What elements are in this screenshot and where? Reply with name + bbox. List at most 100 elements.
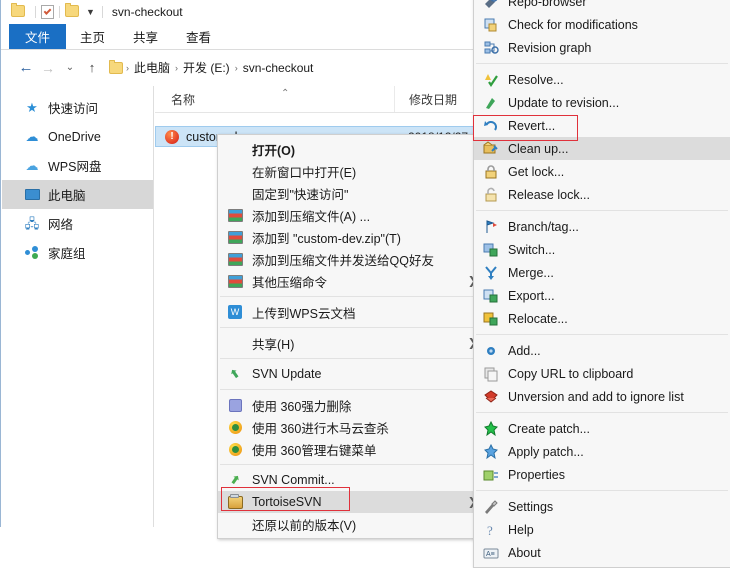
submenu-label-update-to-revision: Update to revision... bbox=[508, 95, 620, 110]
recent-locations-icon[interactable]: ⌄ bbox=[59, 57, 81, 79]
menu-item-upload-wps[interactable]: W 上传到WPS云文档 bbox=[218, 301, 486, 323]
menu-item-tortoisesvn[interactable]: TortoiseSVN ❯ bbox=[218, 491, 486, 513]
branch-tag-icon bbox=[482, 218, 500, 236]
menu-separator bbox=[220, 389, 484, 390]
menu-item-360-manage-menu[interactable]: 使用 360管理右键菜单 bbox=[218, 438, 486, 460]
toolbar-divider-3 bbox=[101, 6, 103, 18]
submenu-item-revert[interactable]: Revert... bbox=[474, 114, 730, 137]
submenu-item-unversion-ignore[interactable]: Unversion and add to ignore list bbox=[474, 385, 730, 408]
submenu-item-check-modifications[interactable]: Check for modifications bbox=[474, 13, 730, 36]
submenu-item-about[interactable]: A≡ About bbox=[474, 541, 730, 564]
switch-icon bbox=[482, 241, 500, 259]
menu-label-share: 共享(H) bbox=[252, 337, 295, 352]
submenu-item-settings[interactable]: Settings bbox=[474, 495, 730, 518]
sidebar-item-quick-access[interactable]: ★ 快速访问 bbox=[2, 93, 153, 122]
submenu-label-apply-patch: Apply patch... bbox=[508, 444, 584, 459]
menu-label-open-new-window: 在新窗口中打开(E) bbox=[252, 165, 357, 180]
sidebar-item-onedrive[interactable]: ☁ OneDrive bbox=[2, 122, 153, 151]
submenu-item-release-lock[interactable]: Release lock... bbox=[474, 183, 730, 206]
menu-label-restore-previous-versions: 还原以前的版本(V) bbox=[252, 518, 357, 533]
sidebar-label-quick-access: 快速访问 bbox=[48, 102, 99, 116]
winrar-icon bbox=[226, 272, 244, 290]
submenu-label-relocate: Relocate... bbox=[508, 311, 568, 326]
menu-item-open[interactable]: 打开(O) bbox=[218, 138, 486, 160]
menu-item-360-scan[interactable]: 使用 360进行木马云查杀 bbox=[218, 416, 486, 438]
submenu-item-apply-patch[interactable]: Apply patch... bbox=[474, 440, 730, 463]
menu-item-other-archive-commands[interactable]: 其他压缩命令 ❯ bbox=[218, 270, 486, 292]
sidebar-label-onedrive: OneDrive bbox=[48, 129, 101, 144]
sidebar-item-this-pc[interactable]: 此电脑 bbox=[2, 180, 153, 209]
submenu-label-check-modifications: Check for modifications bbox=[508, 17, 638, 32]
breadcrumb-this-pc[interactable]: 此电脑 bbox=[130, 59, 174, 76]
wps-cloud-icon: W bbox=[226, 303, 244, 321]
360-menu-icon bbox=[226, 440, 244, 458]
properties-icon bbox=[482, 466, 500, 484]
repo-browser-icon bbox=[482, 0, 500, 11]
breadcrumb-svn-checkout[interactable]: svn-checkout bbox=[239, 61, 318, 75]
sidebar-label-network: 网络 bbox=[48, 218, 74, 232]
submenu-item-repo-browser[interactable]: Repo-browser bbox=[474, 0, 730, 13]
submenu-item-help[interactable]: ? Help bbox=[474, 518, 730, 541]
chevron-down-icon[interactable]: ▼ bbox=[86, 7, 95, 17]
submenu-item-create-patch[interactable]: Create patch... bbox=[474, 417, 730, 440]
menu-item-pin-quick-access[interactable]: 固定到"快速访问" bbox=[218, 182, 486, 204]
menu-item-restore-previous-versions[interactable]: 还原以前的版本(V) bbox=[218, 513, 486, 535]
tab-share[interactable]: 共享 bbox=[119, 24, 172, 49]
tab-file[interactable]: 文件 bbox=[9, 24, 67, 49]
submenu-label-release-lock: Release lock... bbox=[508, 187, 590, 202]
sidebar-item-network[interactable]: 🖧 网络 bbox=[2, 209, 153, 238]
navigation-pane: ★ 快速访问 ☁ OneDrive ☁ WPS网盘 此电脑 🖧 网络 家庭组 bbox=[2, 86, 154, 527]
back-arrow-icon[interactable]: ← bbox=[15, 57, 37, 79]
submenu-item-get-lock[interactable]: Get lock... bbox=[474, 160, 730, 183]
submenu-item-revision-graph[interactable]: Revision graph bbox=[474, 36, 730, 59]
column-header-name[interactable]: 名称 ⌃ bbox=[155, 86, 395, 112]
release-lock-icon bbox=[482, 186, 500, 204]
submenu-item-resolve[interactable]: Resolve... bbox=[474, 68, 730, 91]
submenu-label-add: Add... bbox=[508, 343, 541, 358]
submenu-item-add[interactable]: Add... bbox=[474, 339, 730, 362]
svg-text:A≡: A≡ bbox=[486, 551, 495, 558]
menu-item-archive-send-qq[interactable]: 添加到压缩文件并发送给QQ好友 bbox=[218, 248, 486, 270]
context-menu: 打开(O) 在新窗口中打开(E) 固定到"快速访问" 添加到压缩文件(A) ..… bbox=[217, 134, 487, 539]
up-arrow-icon[interactable]: ↑ bbox=[81, 57, 103, 79]
submenu-item-update-to-revision[interactable]: Update to revision... bbox=[474, 91, 730, 114]
winrar-icon bbox=[226, 250, 244, 268]
no-icon-placeholder bbox=[226, 184, 244, 202]
sidebar-item-homegroup[interactable]: 家庭组 bbox=[2, 238, 153, 267]
menu-item-360-shred[interactable]: 使用 360强力删除 bbox=[218, 394, 486, 416]
svg-text:?: ? bbox=[487, 523, 493, 538]
360-shred-icon bbox=[226, 396, 244, 414]
submenu-item-relocate[interactable]: Relocate... bbox=[474, 307, 730, 330]
menu-item-add-to-archive[interactable]: 添加到压缩文件(A) ... bbox=[218, 204, 486, 226]
properties-icon[interactable] bbox=[41, 5, 54, 19]
forward-arrow-icon[interactable]: → bbox=[37, 57, 59, 79]
menu-item-svn-commit[interactable]: ⬆ SVN Commit... bbox=[218, 469, 486, 491]
new-folder-icon[interactable] bbox=[65, 3, 79, 19]
revision-graph-icon bbox=[482, 39, 500, 57]
menu-separator bbox=[220, 296, 484, 297]
menu-item-share[interactable]: 共享(H) ❯ bbox=[218, 332, 486, 354]
submenu-item-branch-tag[interactable]: Branch/tag... bbox=[474, 215, 730, 238]
no-icon-placeholder bbox=[226, 334, 244, 352]
sidebar-item-wps-cloud[interactable]: ☁ WPS网盘 bbox=[2, 151, 153, 180]
tab-view[interactable]: 查看 bbox=[172, 24, 225, 49]
submenu-label-copy-url: Copy URL to clipboard bbox=[508, 366, 634, 381]
submenu-item-switch[interactable]: Switch... bbox=[474, 238, 730, 261]
tab-home[interactable]: 主页 bbox=[66, 24, 119, 49]
menu-item-svn-update[interactable]: ⬆ SVN Update bbox=[218, 363, 486, 385]
winrar-icon bbox=[226, 228, 244, 246]
menu-item-add-to-zip[interactable]: 添加到 "custom-dev.zip"(T) bbox=[218, 226, 486, 248]
breadcrumb-drive-e[interactable]: 开发 (E:) bbox=[179, 59, 234, 76]
column-header-date[interactable]: 修改日期 bbox=[395, 86, 457, 112]
submenu-item-clean-up[interactable]: Clean up... bbox=[474, 137, 730, 160]
submenu-item-merge[interactable]: Merge... bbox=[474, 261, 730, 284]
menu-item-open-new-window[interactable]: 在新窗口中打开(E) bbox=[218, 160, 486, 182]
tortoisesvn-submenu: Repo-browser Check for modifications Rev… bbox=[473, 0, 730, 568]
submenu-item-copy-url[interactable]: Copy URL to clipboard bbox=[474, 362, 730, 385]
submenu-item-export[interactable]: Export... bbox=[474, 284, 730, 307]
unversion-icon bbox=[482, 388, 500, 406]
revert-icon bbox=[482, 117, 500, 135]
menu-label-360-scan: 使用 360进行木马云查杀 bbox=[252, 421, 389, 436]
submenu-item-properties[interactable]: Properties bbox=[474, 463, 730, 486]
menu-label-svn-update: SVN Update bbox=[252, 367, 322, 381]
